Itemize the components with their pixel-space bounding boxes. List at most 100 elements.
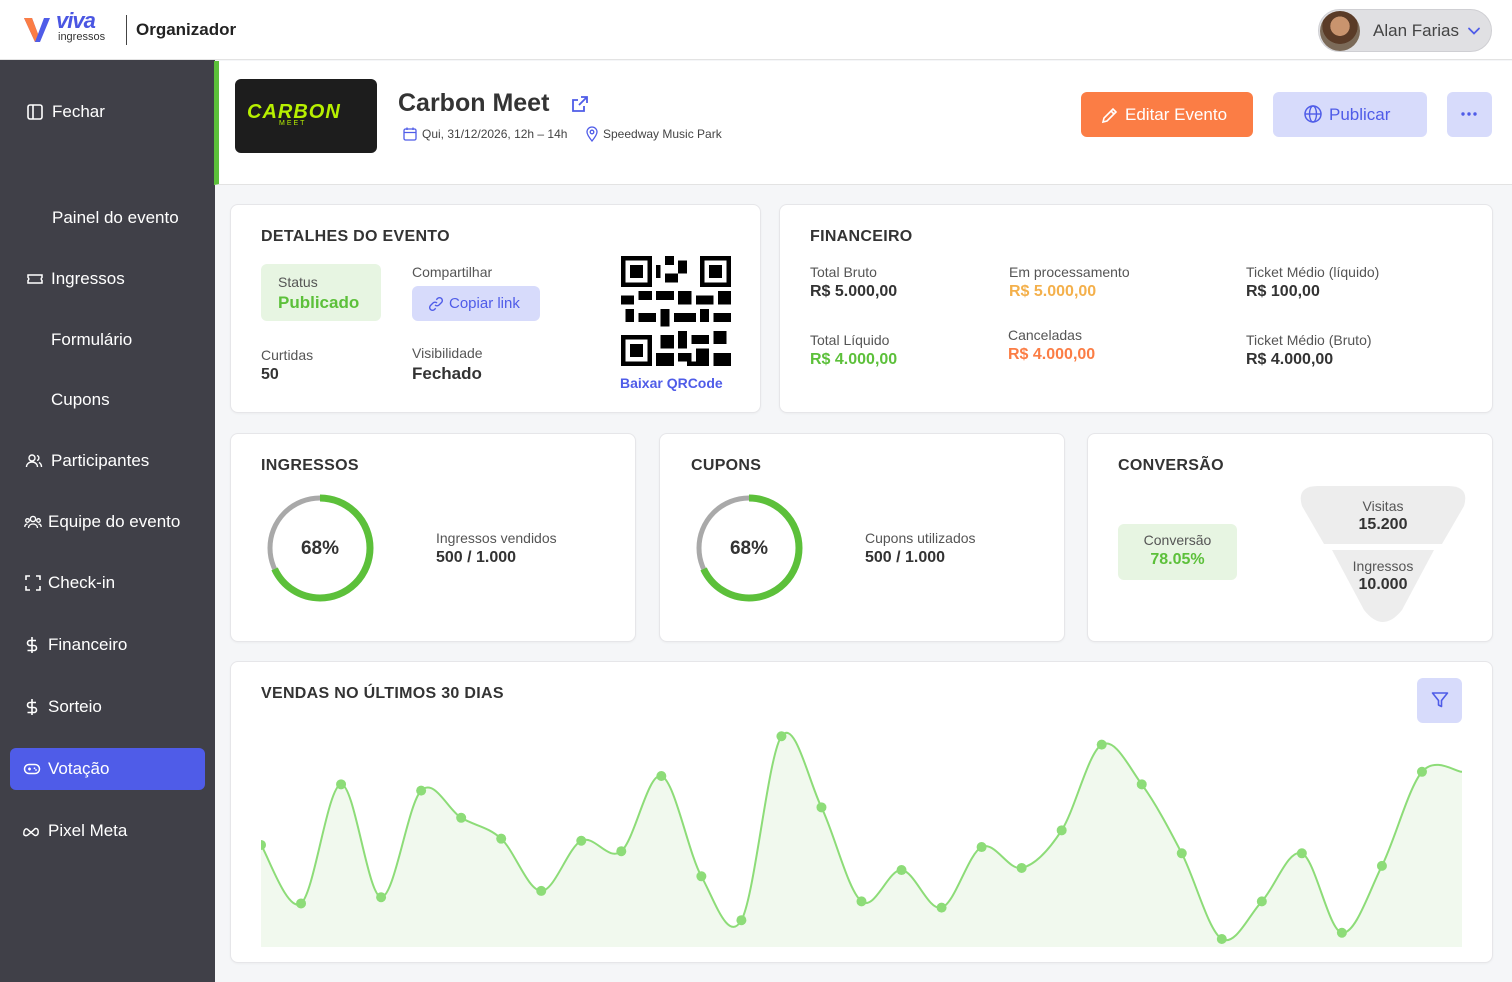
sidebar-item-close[interactable]: Fechar	[10, 91, 205, 133]
event-title: Carbon Meet	[398, 89, 550, 117]
coupons-used-value: 500 / 1.000	[865, 549, 946, 566]
chart-point[interactable]	[1376, 860, 1387, 871]
funnel-tickets-value: 10.000	[1358, 576, 1408, 593]
card-title: VENDAS NO ÚLTIMOS 30 DIAS	[261, 685, 504, 702]
sidebar-item-label: Pixel Meta	[48, 821, 128, 840]
chart-point[interactable]	[536, 885, 547, 896]
chart-point[interactable]	[456, 812, 467, 823]
ticket-icon	[27, 274, 43, 284]
sidebar-item-team[interactable]: Equipe do evento	[10, 501, 205, 543]
sidebar-item-label: Financeiro	[48, 635, 128, 654]
sidebar-item-voting[interactable]: Votação	[10, 748, 205, 790]
users-icon	[25, 454, 43, 468]
chart-point[interactable]	[736, 915, 747, 926]
top-bar: viva ingressos Organizador Alan Farias	[0, 0, 1512, 60]
chart-point[interactable]	[696, 871, 707, 882]
link-icon	[428, 296, 444, 312]
chart-point[interactable]	[336, 779, 347, 790]
globe-icon	[1304, 105, 1322, 123]
more-options-button[interactable]	[1447, 92, 1492, 137]
dollar-icon	[26, 699, 38, 715]
user-menu[interactable]: Alan Farias	[1318, 9, 1492, 52]
likes-label: Curtidas	[261, 347, 314, 363]
avg-gross-label: Ticket Médio (Bruto)	[1246, 332, 1372, 348]
sidebar-item-finance[interactable]: Financeiro	[10, 624, 205, 666]
chart-point[interactable]	[1256, 896, 1267, 907]
sidebar-item-raffle[interactable]: Sorteio	[10, 686, 205, 728]
chart-area-fill	[261, 732, 1462, 947]
coupons-card: CUPONS 68% Cupons utilizados 500 / 1.000	[659, 433, 1065, 642]
chart-point[interactable]	[1296, 848, 1307, 859]
event-header: CARBON MEET Carbon Meet Qui, 31/12/2026,…	[214, 61, 1512, 185]
processing-value: R$ 5.000,00	[1009, 283, 1097, 300]
sidebar: Fechar Painel do evento Ingressos Formul…	[0, 60, 215, 982]
avg-net-label: Ticket Médio (líquido)	[1246, 264, 1380, 280]
brand-logo[interactable]: viva ingressos	[22, 8, 122, 48]
logo-subtext: ingressos	[58, 31, 106, 43]
chart-point[interactable]	[816, 802, 827, 813]
external-link-icon[interactable]	[570, 94, 590, 114]
canceled-label: Canceladas	[1008, 327, 1082, 343]
chart-point[interactable]	[1056, 825, 1067, 836]
card-title: DETALHES DO EVENTO	[261, 228, 450, 245]
sidebar-item-tickets[interactable]: Ingressos	[10, 258, 205, 300]
sidebar-item-checkin[interactable]: Check-in	[10, 562, 205, 604]
meta-icon	[23, 827, 39, 837]
sidebar-item-participants[interactable]: Participantes	[10, 440, 205, 482]
viva-logo-icon	[24, 18, 50, 42]
copy-link-button[interactable]: Copiar link	[412, 286, 540, 321]
net-label: Total Líquido	[810, 332, 890, 348]
conversion-card: CONVERSÃO Conversão 78.05% Visitas 15.20…	[1087, 433, 1493, 642]
edit-event-label: Editar Evento	[1125, 105, 1228, 124]
copy-link-label: Copiar link	[449, 295, 520, 312]
chart-point[interactable]	[1336, 927, 1347, 938]
chart-point[interactable]	[1416, 766, 1427, 777]
sidebar-item-coupons[interactable]: Cupons	[10, 379, 205, 421]
chart-point[interactable]	[261, 839, 266, 850]
chart-point[interactable]	[576, 835, 587, 846]
publish-button[interactable]: Publicar	[1273, 92, 1427, 137]
sidebar-item-label: Painel do evento	[52, 208, 179, 227]
finance-card: FINANCEIRO Total Bruto R$ 5.000,00 Em pr…	[779, 204, 1493, 413]
conversion-label: Conversão	[1143, 532, 1212, 548]
sidebar-item-form[interactable]: Formulário	[10, 319, 205, 361]
chart-point[interactable]	[416, 785, 427, 796]
status-value: Publicado	[278, 293, 360, 312]
gross-label: Total Bruto	[810, 264, 877, 280]
chart-point[interactable]	[856, 896, 867, 907]
tickets-card: INGRESSOS 68% Ingressos vendidos 500 / 1…	[230, 433, 636, 642]
event-logo-subtext: MEET	[279, 120, 307, 127]
card-title: INGRESSOS	[261, 457, 359, 474]
filter-button[interactable]	[1417, 678, 1462, 723]
chart-point[interactable]	[1176, 848, 1187, 859]
chart-point[interactable]	[496, 833, 507, 844]
sidebar-item-event-panel[interactable]: Painel do evento	[10, 197, 205, 239]
tickets-percent: 68%	[300, 538, 340, 559]
edit-event-button[interactable]: Editar Evento	[1081, 92, 1253, 137]
sidebar-item-label: Participantes	[51, 451, 150, 470]
chart-point[interactable]	[776, 731, 787, 742]
chart-point[interactable]	[1136, 779, 1147, 790]
chart-point[interactable]	[1096, 739, 1107, 750]
event-date: Qui, 31/12/2026, 12h – 14h	[422, 127, 568, 141]
chart-point[interactable]	[936, 902, 947, 913]
chart-point[interactable]	[376, 892, 387, 903]
sidebar-item-pixel-meta[interactable]: Pixel Meta	[10, 810, 205, 852]
pencil-icon	[1101, 107, 1118, 124]
sidebar-item-label: Votação	[48, 759, 110, 778]
chart-point[interactable]	[1216, 934, 1227, 944]
download-qr-link[interactable]: Baixar QRCode	[620, 375, 723, 391]
share-label: Compartilhar	[412, 264, 493, 280]
coupons-percent: 68%	[729, 538, 769, 559]
chart-point[interactable]	[1016, 862, 1027, 873]
chart-point[interactable]	[616, 846, 627, 857]
location-pin-icon	[586, 126, 598, 142]
qr-code-icon	[621, 256, 731, 366]
chart-point[interactable]	[976, 842, 987, 853]
visits-value: 15.200	[1358, 516, 1408, 533]
chart-point[interactable]	[296, 898, 307, 909]
chart-point[interactable]	[656, 770, 667, 781]
sidebar-item-label: Sorteio	[48, 697, 102, 716]
chart-point[interactable]	[896, 865, 907, 876]
scan-icon	[25, 575, 41, 591]
